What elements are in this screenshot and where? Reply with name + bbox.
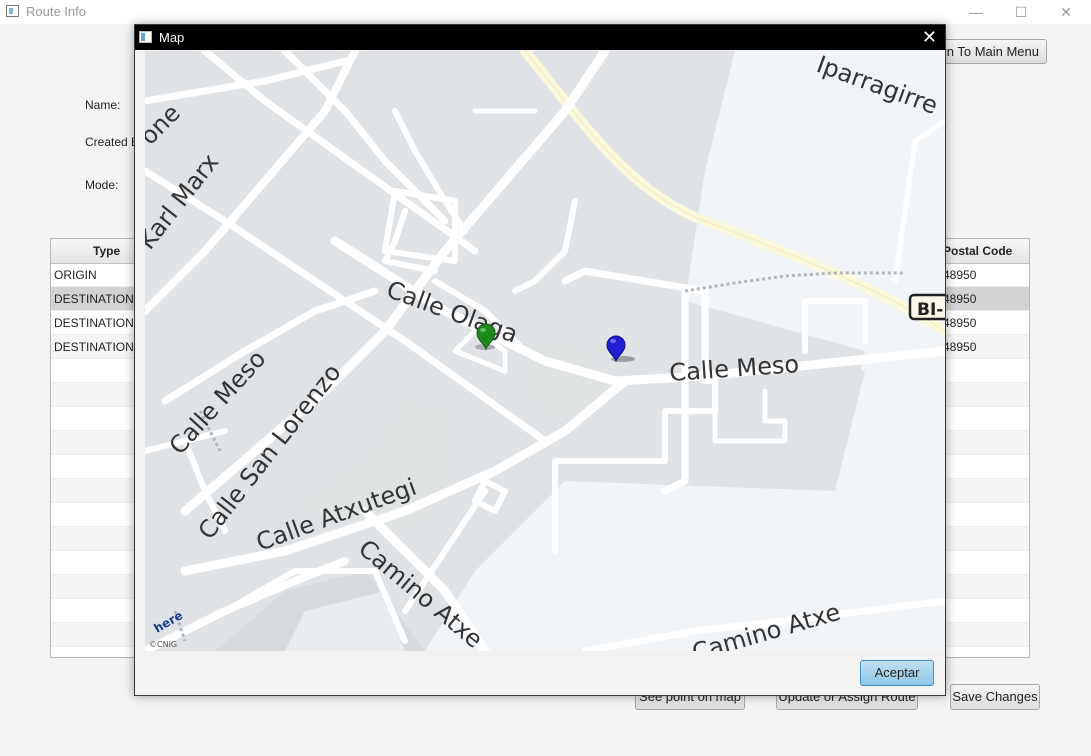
map-copyright: ©CNIG [149,640,177,649]
map-view[interactable]: Calle Olaga Calle Meso Calle Meso Calle … [145,51,945,651]
dialog-close-icon[interactable]: ✕ [922,27,937,48]
column-header-postal-code[interactable]: Postal Code [943,244,1012,258]
maximize-icon[interactable]: ☐ [998,0,1044,24]
window-titlebar: Route Info — ☐ ✕ [0,0,1091,24]
cell-postal: 48950 [943,340,977,354]
close-icon[interactable]: ✕ [1043,0,1089,24]
map-dialog: Map ✕ Calle Olaga Calle Meso Calle Meso … [134,24,946,696]
column-header-type[interactable]: Type [93,244,120,258]
cell-postal: 48950 [943,292,977,306]
cell-postal: 48950 [943,316,977,330]
cell-type: ORIGIN [54,268,97,282]
window-title: Route Info [26,4,86,19]
dialog-app-icon [139,31,152,43]
cell-type: DESTINATION [54,292,134,306]
cell-postal: 48950 [943,268,977,282]
map-canvas[interactable]: Calle Olaga Calle Meso Calle Meso Calle … [145,51,945,651]
dialog-title: Map [159,30,185,45]
mode-label: Mode: [85,178,119,192]
cell-type: DESTINATION [54,340,134,354]
name-label: Name: [85,98,121,112]
cell-type: DESTINATION [54,316,134,330]
save-changes-button[interactable]: Save Changes [950,684,1040,710]
accept-button[interactable]: Aceptar [860,660,934,686]
minimize-icon[interactable]: — [953,0,999,24]
app-icon [6,5,19,17]
road-badge-label: BI- [917,300,943,320]
green-pin-icon[interactable] [475,323,496,351]
map-dialog-titlebar: Map ✕ [135,25,945,50]
